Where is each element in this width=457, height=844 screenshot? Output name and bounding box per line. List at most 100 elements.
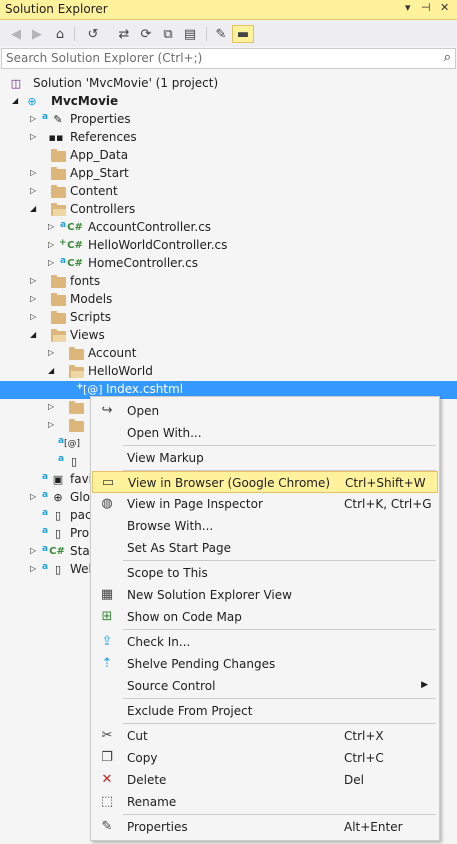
expand-arrow-icon[interactable]: ▷ (48, 347, 57, 359)
menu-item-properties[interactable]: ✎ Properties Alt+Enter (92, 816, 438, 838)
menu-item-browse-with[interactable]: Browse With... (92, 515, 438, 537)
menu-item-label: Delete (127, 773, 167, 787)
tree-row-helloworld-folder[interactable]: ◢ HelloWorld (0, 363, 457, 381)
tree-row-views[interactable]: ◢ Views (0, 327, 457, 345)
menu-item-set-as-start-page[interactable]: Set As Start Page (92, 537, 438, 559)
browser-icon: ▭ (101, 475, 115, 490)
expand-arrow-icon[interactable]: ▷ (48, 257, 57, 269)
tree-row-helloworld-controller[interactable]: ▷ + C# HelloWorldController.cs (0, 237, 457, 255)
page-inspector-icon: ◍ (101, 496, 113, 511)
menu-item-exclude-from-project[interactable]: Exclude From Project (92, 700, 438, 722)
tree-row-models[interactable]: ▷ Models (0, 291, 457, 309)
expand-arrow-icon[interactable]: ▷ (48, 221, 57, 233)
tree-row-account-controller[interactable]: ▷ a C# AccountController.cs (0, 219, 457, 237)
menu-item-check-in[interactable]: ⇪ Check In... (92, 631, 438, 653)
collapse-arrow-icon[interactable]: ◢ (48, 365, 57, 377)
menu-item-rename[interactable]: ⬚ Rename (92, 791, 438, 813)
collapse-arrow-icon[interactable]: ◢ (30, 329, 39, 341)
tree-row-app-data[interactable]: App_Data (0, 147, 457, 165)
tree-row-controllers[interactable]: ◢ Controllers (0, 201, 457, 219)
tree-row-project[interactable]: ◢ ⊕ MvcMovie (0, 93, 457, 111)
menu-item-shortcut: Ctrl+C (344, 751, 384, 765)
collapse-all-icon[interactable]: ⧉ (160, 25, 176, 43)
show-all-files-icon[interactable]: ▤ (182, 25, 198, 43)
tree-item-label: References (70, 130, 137, 144)
razor-file-icon: [@] (64, 439, 81, 449)
tree-row-account-folder[interactable]: ▷ Account (0, 345, 457, 363)
menu-item-shelve-pending-changes[interactable]: ⇡ Shelve Pending Changes (92, 653, 438, 675)
tree-row-fonts[interactable]: ▷ fonts (0, 273, 457, 291)
menu-item-view-in-page-inspector[interactable]: ◍ View in Page Inspector Ctrl+K, Ctrl+G (92, 493, 438, 515)
menu-item-view-markup[interactable]: View Markup (92, 447, 438, 469)
toolbar-separator (206, 27, 207, 41)
expand-arrow-icon[interactable]: ▷ (48, 419, 57, 431)
forward-icon[interactable]: ▶ (29, 25, 45, 43)
tree-row-solution[interactable]: ◫ Solution 'MvcMovie' (1 project) (0, 75, 457, 93)
menu-separator (123, 629, 436, 630)
expand-arrow-icon[interactable]: ▷ (30, 185, 39, 197)
copy-icon: ❐ (101, 750, 113, 765)
tree-row-app-start[interactable]: ▷ App_Start (0, 165, 457, 183)
menu-item-show-on-code-map[interactable]: ⊞ Show on Code Map (92, 606, 438, 628)
expand-arrow-icon[interactable]: ▷ (48, 239, 57, 251)
dropdown-icon[interactable]: ▾ (405, 1, 411, 14)
sync-icon[interactable]: ⇄ (116, 25, 132, 43)
tree-row-home-controller[interactable]: ▷ a C# HomeController.cs (0, 255, 457, 273)
lock-icon: a (58, 454, 65, 464)
tree-item-label: fonts (70, 274, 101, 288)
menu-item-scope-to-this[interactable]: Scope to This (92, 562, 438, 584)
tree-item-label: pac (70, 508, 92, 522)
folder-icon (50, 166, 66, 182)
solution-icon: ◫ (10, 77, 22, 90)
menu-item-open[interactable]: ↪ Open (92, 400, 438, 422)
lock-icon: a (42, 526, 49, 536)
expand-arrow-icon[interactable]: ▷ (30, 293, 39, 305)
home-icon[interactable]: ⌂ (52, 25, 68, 43)
expand-arrow-icon[interactable]: ▷ (30, 545, 39, 557)
menu-item-new-solution-explorer-view[interactable]: ▦ New Solution Explorer View (92, 584, 438, 606)
search-box[interactable]: Search Solution Explorer (Ctrl+;) ⌕ (1, 48, 456, 69)
menu-item-open-with[interactable]: Open With... (92, 422, 438, 444)
close-icon[interactable]: ✕ (440, 1, 449, 14)
expand-arrow-icon[interactable]: ▷ (30, 275, 39, 287)
tree-item-label: Pro (70, 526, 90, 540)
expand-arrow-icon[interactable]: ▷ (30, 563, 39, 575)
search-placeholder[interactable]: Search Solution Explorer (Ctrl+;) (6, 51, 202, 65)
tree-row-properties[interactable]: ▷ a ✎ Properties (0, 111, 457, 129)
tree-row-scripts[interactable]: ▷ Scripts (0, 309, 457, 327)
expand-arrow-icon[interactable]: ▷ (30, 491, 39, 503)
history-icon[interactable]: ↺ (82, 25, 104, 43)
tree-item-label: Account (88, 346, 137, 360)
expand-arrow-icon[interactable]: ▷ (30, 167, 39, 179)
properties-wrench-icon[interactable]: ✎ (213, 25, 229, 43)
refresh-icon[interactable]: ⟳ (138, 25, 154, 43)
tree-item-label: AccountController.cs (88, 220, 212, 234)
folder-icon (50, 148, 66, 164)
expand-arrow-icon[interactable]: ▷ (30, 131, 39, 143)
tree-row-content[interactable]: ▷ Content (0, 183, 457, 201)
pending-add-icon: + (59, 238, 67, 248)
menu-item-view-in-browser[interactable]: ▭ View in Browser (Google Chrome) Ctrl+S… (92, 471, 438, 493)
expand-arrow-icon[interactable]: ▷ (30, 311, 39, 323)
preview-selected-icon[interactable]: ▬ (232, 25, 254, 43)
menu-item-source-control[interactable]: Source Control ▶ (92, 675, 438, 697)
expand-arrow-icon[interactable]: ▷ (30, 113, 39, 125)
collapse-arrow-icon[interactable]: ◢ (30, 203, 39, 215)
back-icon[interactable]: ◀ (8, 25, 24, 43)
menu-separator (123, 445, 436, 446)
folder-icon (50, 184, 66, 200)
menu-item-label: New Solution Explorer View (127, 588, 292, 602)
tree-row-references[interactable]: ▷ ▪▪ References (0, 129, 457, 147)
menu-item-delete[interactable]: ✕ Delete Del (92, 769, 438, 791)
search-icon[interactable]: ⌕ (444, 50, 451, 65)
expand-arrow-icon[interactable]: ▷ (48, 401, 57, 413)
menu-item-shortcut: Ctrl+X (344, 729, 384, 743)
menu-item-copy[interactable]: ❐ Copy Ctrl+C (92, 747, 438, 769)
csharp-file-icon: C# (67, 240, 83, 251)
menu-item-shortcut: Ctrl+K, Ctrl+G (344, 497, 432, 511)
rename-icon: ⬚ (100, 794, 114, 809)
toolbar: ◀ ▶ ⌂ ↺ ⇄ ⟳ ⧉ ▤ ✎ ▬ (0, 21, 457, 47)
menu-item-cut[interactable]: ✂ Cut Ctrl+X (92, 725, 438, 747)
pin-icon[interactable]: ⊣ (421, 1, 431, 14)
collapse-arrow-icon[interactable]: ◢ (12, 95, 21, 107)
